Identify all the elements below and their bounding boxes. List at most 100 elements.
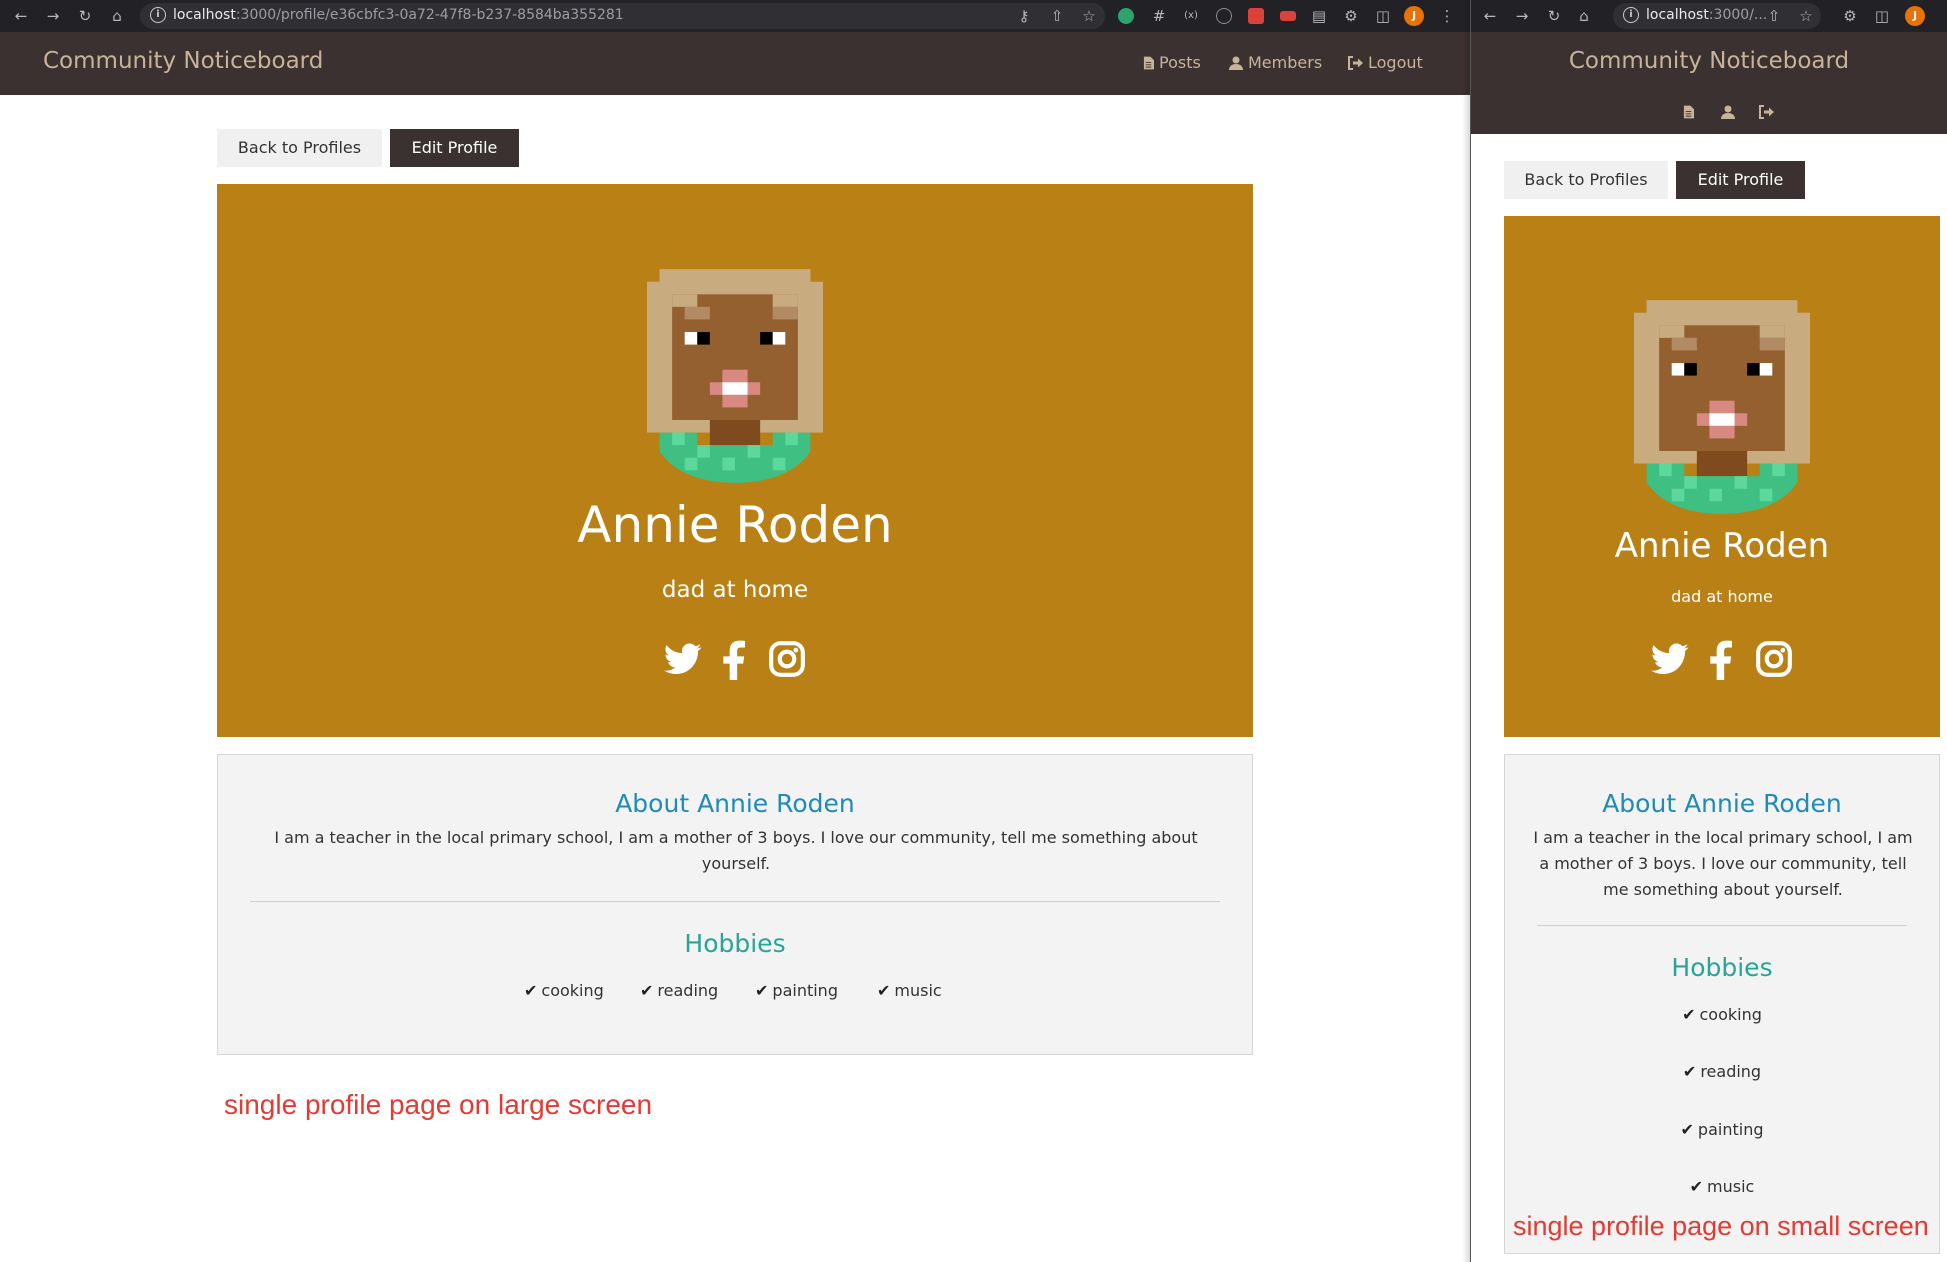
- extension-icon[interactable]: [1280, 11, 1296, 21]
- reload-icon[interactable]: ↻: [76, 7, 94, 25]
- url-text: localhost:3000/profile/e36cbfc3-0a72-47f…: [173, 7, 624, 23]
- forward-icon[interactable]: →: [44, 7, 62, 25]
- puzzle-icon[interactable]: ⚙: [1342, 7, 1360, 25]
- info-icon[interactable]: i: [1623, 7, 1639, 23]
- back-to-profiles-button[interactable]: Back to Profiles: [1504, 161, 1668, 199]
- about-title: About Annie Roden: [615, 789, 855, 818]
- profile-avatar-icon[interactable]: J: [1905, 6, 1925, 26]
- url-text: localhost:3000/...: [1646, 7, 1768, 23]
- hobby-item: ✔ music: [1689, 1177, 1755, 1196]
- extension-icon[interactable]: [1248, 8, 1264, 24]
- large-screen-window: ← → ↻ ⌂ i localhost:3000/profile/e36cbfc…: [0, 0, 1470, 1262]
- reload-icon[interactable]: ↻: [1545, 7, 1563, 25]
- instagram-icon[interactable]: [767, 640, 807, 678]
- profile-name: Annie Roden: [1614, 526, 1830, 566]
- hobby-item: ✔ cooking: [1682, 1005, 1762, 1024]
- check-icon: ✔: [1682, 1005, 1696, 1024]
- hobby-item: ✔ reading: [640, 981, 719, 1000]
- nav-members[interactable]: Members: [1229, 53, 1322, 72]
- profile-hero: Annie Roden dad at home: [217, 184, 1253, 737]
- check-icon: ✔: [755, 981, 769, 1000]
- profile-avatar-icon[interactable]: J: [1404, 6, 1424, 26]
- check-icon: ✔: [1682, 1062, 1697, 1081]
- logout-icon: [1347, 56, 1363, 70]
- profile-name: Annie Roden: [577, 496, 893, 554]
- large-screen-caption: single profile page on large screen: [224, 1089, 653, 1120]
- edit-profile-button[interactable]: Edit Profile: [1676, 161, 1805, 199]
- share-icon[interactable]: ⇧: [1048, 7, 1066, 25]
- sidebar-icon[interactable]: ◫: [1374, 7, 1392, 25]
- extension-icon[interactable]: #: [1150, 7, 1168, 25]
- extension-icon[interactable]: [1118, 8, 1134, 24]
- small-screen-caption: single profile page on small screen: [1513, 1211, 1929, 1241]
- profile-tagline: dad at home: [661, 577, 809, 603]
- address-bar[interactable]: i localhost:3000/profile/e36cbfc3-0a72-4…: [140, 3, 1105, 29]
- sidebar-icon[interactable]: ◫: [1873, 7, 1891, 25]
- forward-icon[interactable]: →: [1513, 7, 1531, 25]
- navbar: Community Noticeboard: [1471, 32, 1947, 134]
- key-icon[interactable]: ⚷: [1015, 7, 1033, 25]
- hobby-item: ✔ painting: [755, 981, 838, 1000]
- file-icon: [1143, 56, 1154, 70]
- brand-logo[interactable]: Community Noticeboard: [43, 48, 323, 74]
- hobbies-title: Hobbies: [684, 929, 786, 958]
- home-icon[interactable]: ⌂: [108, 7, 126, 25]
- home-icon[interactable]: ⌂: [1575, 7, 1593, 25]
- logout-icon[interactable]: [1758, 105, 1774, 119]
- nav-members-label: Members: [1248, 53, 1323, 72]
- file-icon[interactable]: [1683, 105, 1694, 119]
- facebook-icon[interactable]: [715, 640, 755, 680]
- extension-icon[interactable]: [1216, 8, 1232, 24]
- nav-logout[interactable]: Logout: [1347, 53, 1423, 72]
- extension-icon[interactable]: (x): [1182, 7, 1200, 25]
- divider: [1537, 925, 1907, 926]
- check-icon: ✔: [640, 981, 654, 1000]
- profile-avatar: [1634, 300, 1810, 514]
- brand-logo[interactable]: Community Noticeboard: [1471, 48, 1947, 74]
- user-icon[interactable]: [1721, 105, 1735, 119]
- hobbies-title: Hobbies: [1671, 953, 1773, 982]
- hobby-item: ✔ painting: [1680, 1120, 1764, 1139]
- small-screen-window: ← → ↻ ⌂ i localhost:3000/... ⇧ ☆ ⚙ ◫ J C…: [1470, 0, 1947, 1262]
- edit-profile-button[interactable]: Edit Profile: [390, 129, 519, 167]
- puzzle-icon[interactable]: ⚙: [1841, 7, 1859, 25]
- instagram-icon[interactable]: [1754, 640, 1794, 678]
- user-icon: [1229, 56, 1243, 70]
- check-icon: ✔: [1680, 1120, 1694, 1139]
- menu-icon[interactable]: ⋮: [1438, 7, 1456, 25]
- check-icon: ✔: [877, 981, 891, 1000]
- check-icon: ✔: [524, 981, 538, 1000]
- about-text: I am a teacher in the local primary scho…: [1533, 828, 1913, 899]
- back-icon[interactable]: ←: [1481, 7, 1499, 25]
- nav-logout-label: Logout: [1368, 53, 1423, 72]
- about-text: I am a teacher in the local primary scho…: [274, 828, 1198, 873]
- hobby-item: ✔ music: [877, 981, 942, 1000]
- about-section: About Annie Roden I am a teacher in the …: [217, 754, 1253, 1055]
- divider: [250, 901, 1220, 902]
- about-title: About Annie Roden: [1602, 789, 1842, 818]
- star-icon[interactable]: ☆: [1080, 7, 1098, 25]
- navbar: Community Noticeboard Posts Members Logo…: [0, 32, 1470, 95]
- browser-toolbar: ← → ↻ ⌂ i localhost:3000/profile/e36cbfc…: [0, 0, 1470, 32]
- twitter-icon[interactable]: [663, 640, 703, 678]
- profile-tagline: dad at home: [1671, 587, 1773, 606]
- info-icon[interactable]: i: [150, 7, 166, 23]
- about-section: About Annie Roden I am a teacher in the …: [1504, 754, 1940, 1254]
- back-to-profiles-button[interactable]: Back to Profiles: [217, 129, 382, 167]
- profile-avatar: [647, 269, 823, 483]
- social-links: [1504, 640, 1940, 680]
- share-icon[interactable]: ⇧: [1765, 7, 1783, 25]
- hobby-item: ✔ cooking: [524, 981, 604, 1000]
- twitter-icon[interactable]: [1650, 640, 1690, 678]
- nav-posts[interactable]: Posts: [1143, 53, 1201, 72]
- hobby-item: ✔ reading: [1682, 1062, 1762, 1081]
- extension-icon[interactable]: ▤: [1310, 7, 1328, 25]
- star-icon[interactable]: ☆: [1797, 7, 1815, 25]
- back-icon[interactable]: ←: [12, 7, 30, 25]
- social-links: [217, 640, 1253, 680]
- address-bar[interactable]: i localhost:3000/... ⇧ ☆: [1613, 3, 1821, 29]
- nav-posts-label: Posts: [1159, 53, 1201, 72]
- check-icon: ✔: [1689, 1177, 1704, 1196]
- browser-toolbar: ← → ↻ ⌂ i localhost:3000/... ⇧ ☆ ⚙ ◫ J: [1471, 0, 1947, 32]
- facebook-icon[interactable]: [1702, 640, 1742, 680]
